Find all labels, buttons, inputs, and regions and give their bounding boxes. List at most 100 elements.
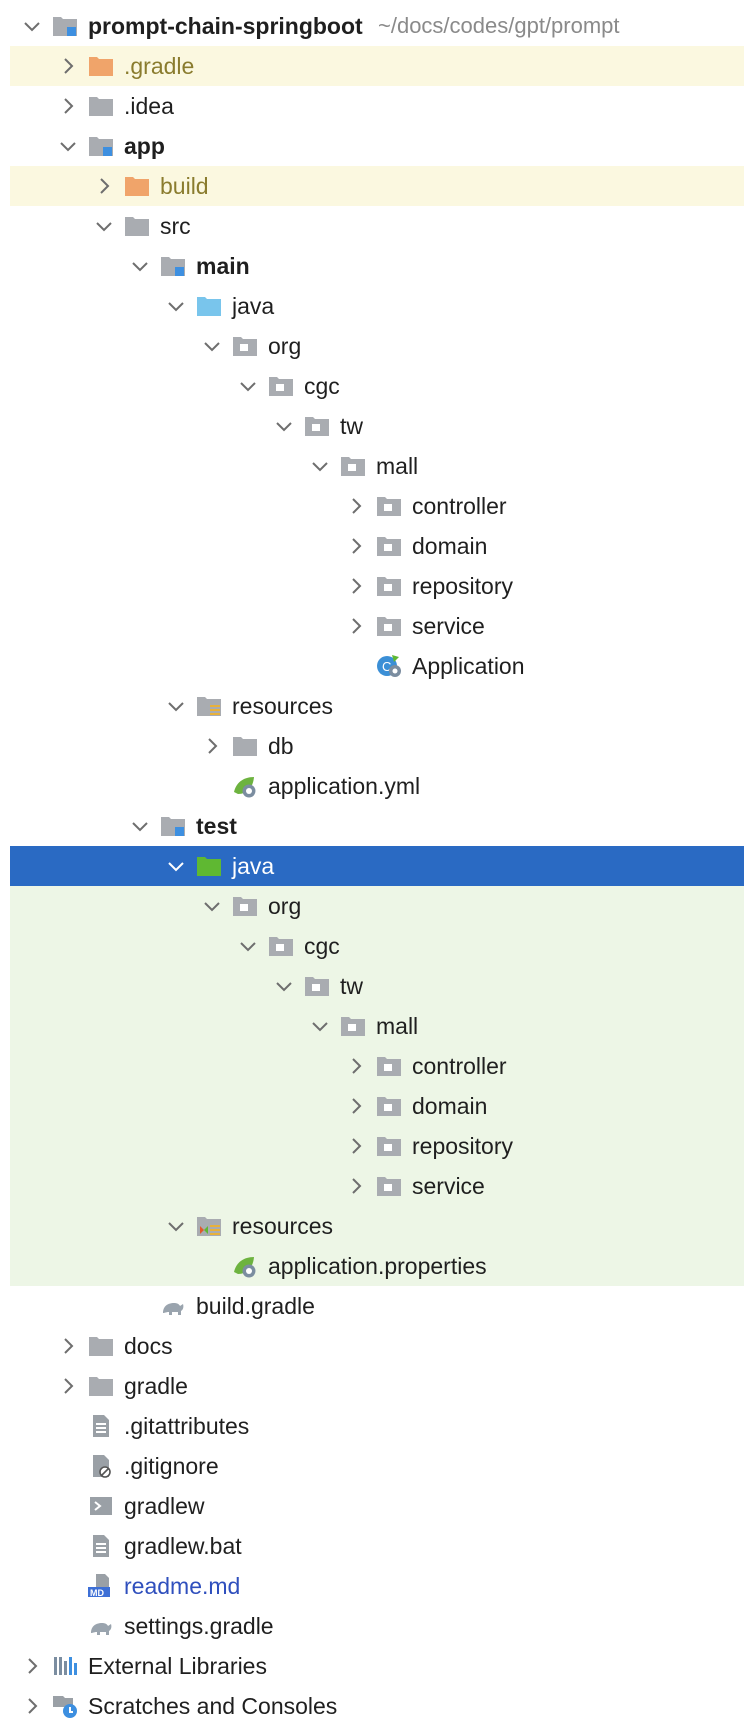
tree-node-cgc[interactable]: cgc [10, 366, 744, 406]
package-icon [232, 334, 258, 358]
chevron-right-icon[interactable] [22, 1656, 42, 1676]
tree-node-label: domain [412, 533, 488, 559]
tree-node-controller[interactable]: controller [10, 486, 744, 526]
chevron-down-icon[interactable] [22, 16, 42, 36]
tree-node-tw[interactable]: tw [10, 406, 744, 446]
tree-node-prompt-chain-springboot[interactable]: prompt-chain-springboot ~/docs/codes/gpt/… [10, 6, 744, 46]
chevron-right-icon[interactable] [346, 496, 366, 516]
tree-node-settings-gradle[interactable]: settings.gradle [10, 1606, 744, 1646]
tree-node-controller[interactable]: controller [10, 1046, 744, 1086]
tree-node-gradle[interactable]: gradle [10, 1366, 744, 1406]
package-icon [376, 534, 402, 558]
module-folder-icon [88, 134, 114, 158]
project-tree[interactable]: prompt-chain-springboot ~/docs/codes/gpt/… [10, 0, 744, 1721]
package-icon [232, 894, 258, 918]
tree-node-org[interactable]: org [10, 326, 744, 366]
tree-node-domain[interactable]: domain [10, 526, 744, 566]
chevron-down-icon[interactable] [58, 136, 78, 156]
package-icon [268, 374, 294, 398]
tree-node-application-yml[interactable]: application.yml [10, 766, 744, 806]
shell-script-icon [88, 1494, 114, 1518]
tree-node-label: docs [124, 1333, 173, 1359]
chevron-right-icon[interactable] [346, 576, 366, 596]
chevron-down-icon[interactable] [166, 856, 186, 876]
chevron-down-icon[interactable] [166, 1216, 186, 1236]
chevron-right-icon[interactable] [346, 1136, 366, 1156]
tree-node-cgc[interactable]: cgc [10, 926, 744, 966]
tree-node-test[interactable]: test [10, 806, 744, 846]
chevron-right-icon[interactable] [346, 1096, 366, 1116]
chevron-down-icon[interactable] [238, 936, 258, 956]
tree-node-label: app [124, 133, 165, 159]
svg-text:MD: MD [90, 1588, 104, 1598]
tree-node-main[interactable]: main [10, 246, 744, 286]
folder-icon [232, 734, 258, 758]
chevron-down-icon[interactable] [310, 456, 330, 476]
chevron-right-icon[interactable] [94, 176, 114, 196]
chevron-down-icon[interactable] [202, 336, 222, 356]
module-folder-icon [160, 814, 186, 838]
tree-node-resources[interactable]: resources [10, 686, 744, 726]
tree-node-domain[interactable]: domain [10, 1086, 744, 1126]
tree-node-application[interactable]: C Application [10, 646, 744, 686]
tree-node-docs[interactable]: docs [10, 1326, 744, 1366]
package-icon [376, 1054, 402, 1078]
tree-node-gradlew-bat[interactable]: gradlew.bat [10, 1526, 744, 1566]
chevron-down-icon[interactable] [130, 816, 150, 836]
chevron-right-icon[interactable] [346, 1056, 366, 1076]
tree-node-tw[interactable]: tw [10, 966, 744, 1006]
chevron-down-icon[interactable] [94, 216, 114, 236]
tree-node-repository[interactable]: repository [10, 1126, 744, 1166]
tree-node-external-libraries[interactable]: External Libraries [10, 1646, 744, 1686]
chevron-down-icon[interactable] [166, 696, 186, 716]
tree-node-label: External Libraries [88, 1653, 267, 1679]
tree-node-label: Scratches and Consoles [88, 1693, 338, 1719]
chevron-down-icon[interactable] [274, 976, 294, 996]
scratches-icon [52, 1694, 78, 1718]
chevron-right-icon[interactable] [58, 1336, 78, 1356]
tree-node-java[interactable]: java [10, 846, 744, 886]
package-icon [304, 414, 330, 438]
tree-node-build-gradle[interactable]: build.gradle [10, 1286, 744, 1326]
tree-node-gitignore[interactable]: .gitignore [10, 1446, 744, 1486]
tree-node-org[interactable]: org [10, 886, 744, 926]
tree-node-repository[interactable]: repository [10, 566, 744, 606]
tree-node-readme-md[interactable]: MD readme.md [10, 1566, 744, 1606]
tree-node-db[interactable]: db [10, 726, 744, 766]
tree-node-mall[interactable]: mall [10, 446, 744, 486]
tree-node-label: gradlew [124, 1493, 205, 1519]
chevron-right-icon[interactable] [202, 736, 222, 756]
tree-node-idea[interactable]: .idea [10, 86, 744, 126]
chevron-right-icon[interactable] [58, 56, 78, 76]
package-icon [376, 1134, 402, 1158]
tree-node-application-properties[interactable]: application.properties [10, 1246, 744, 1286]
chevron-right-icon[interactable] [58, 1376, 78, 1396]
tree-node-scratches-and-consoles[interactable]: Scratches and Consoles [10, 1686, 744, 1721]
chevron-right-icon[interactable] [346, 536, 366, 556]
chevron-down-icon[interactable] [130, 256, 150, 276]
chevron-right-icon[interactable] [346, 1176, 366, 1196]
chevron-right-icon[interactable] [346, 616, 366, 636]
tree-node-resources[interactable]: resources [10, 1206, 744, 1246]
spring-class-icon: C [376, 654, 402, 678]
tree-node-gradle[interactable]: .gradle [10, 46, 744, 86]
text-file-icon [88, 1414, 114, 1438]
tree-node-service[interactable]: service [10, 1166, 744, 1206]
tree-node-service[interactable]: service [10, 606, 744, 646]
chevron-down-icon[interactable] [166, 296, 186, 316]
chevron-down-icon[interactable] [310, 1016, 330, 1036]
chevron-right-icon[interactable] [58, 96, 78, 116]
chevron-down-icon[interactable] [274, 416, 294, 436]
tree-node-app[interactable]: app [10, 126, 744, 166]
chevron-down-icon[interactable] [202, 896, 222, 916]
tree-node-mall[interactable]: mall [10, 1006, 744, 1046]
tree-node-gitattributes[interactable]: .gitattributes [10, 1406, 744, 1446]
tree-node-gradlew[interactable]: gradlew [10, 1486, 744, 1526]
chevron-down-icon[interactable] [238, 376, 258, 396]
tree-node-build[interactable]: build [10, 166, 744, 206]
gradle-elephant-icon [160, 1294, 186, 1318]
folder-icon [124, 214, 150, 238]
tree-node-src[interactable]: src [10, 206, 744, 246]
tree-node-java[interactable]: java [10, 286, 744, 326]
chevron-right-icon[interactable] [22, 1696, 42, 1716]
